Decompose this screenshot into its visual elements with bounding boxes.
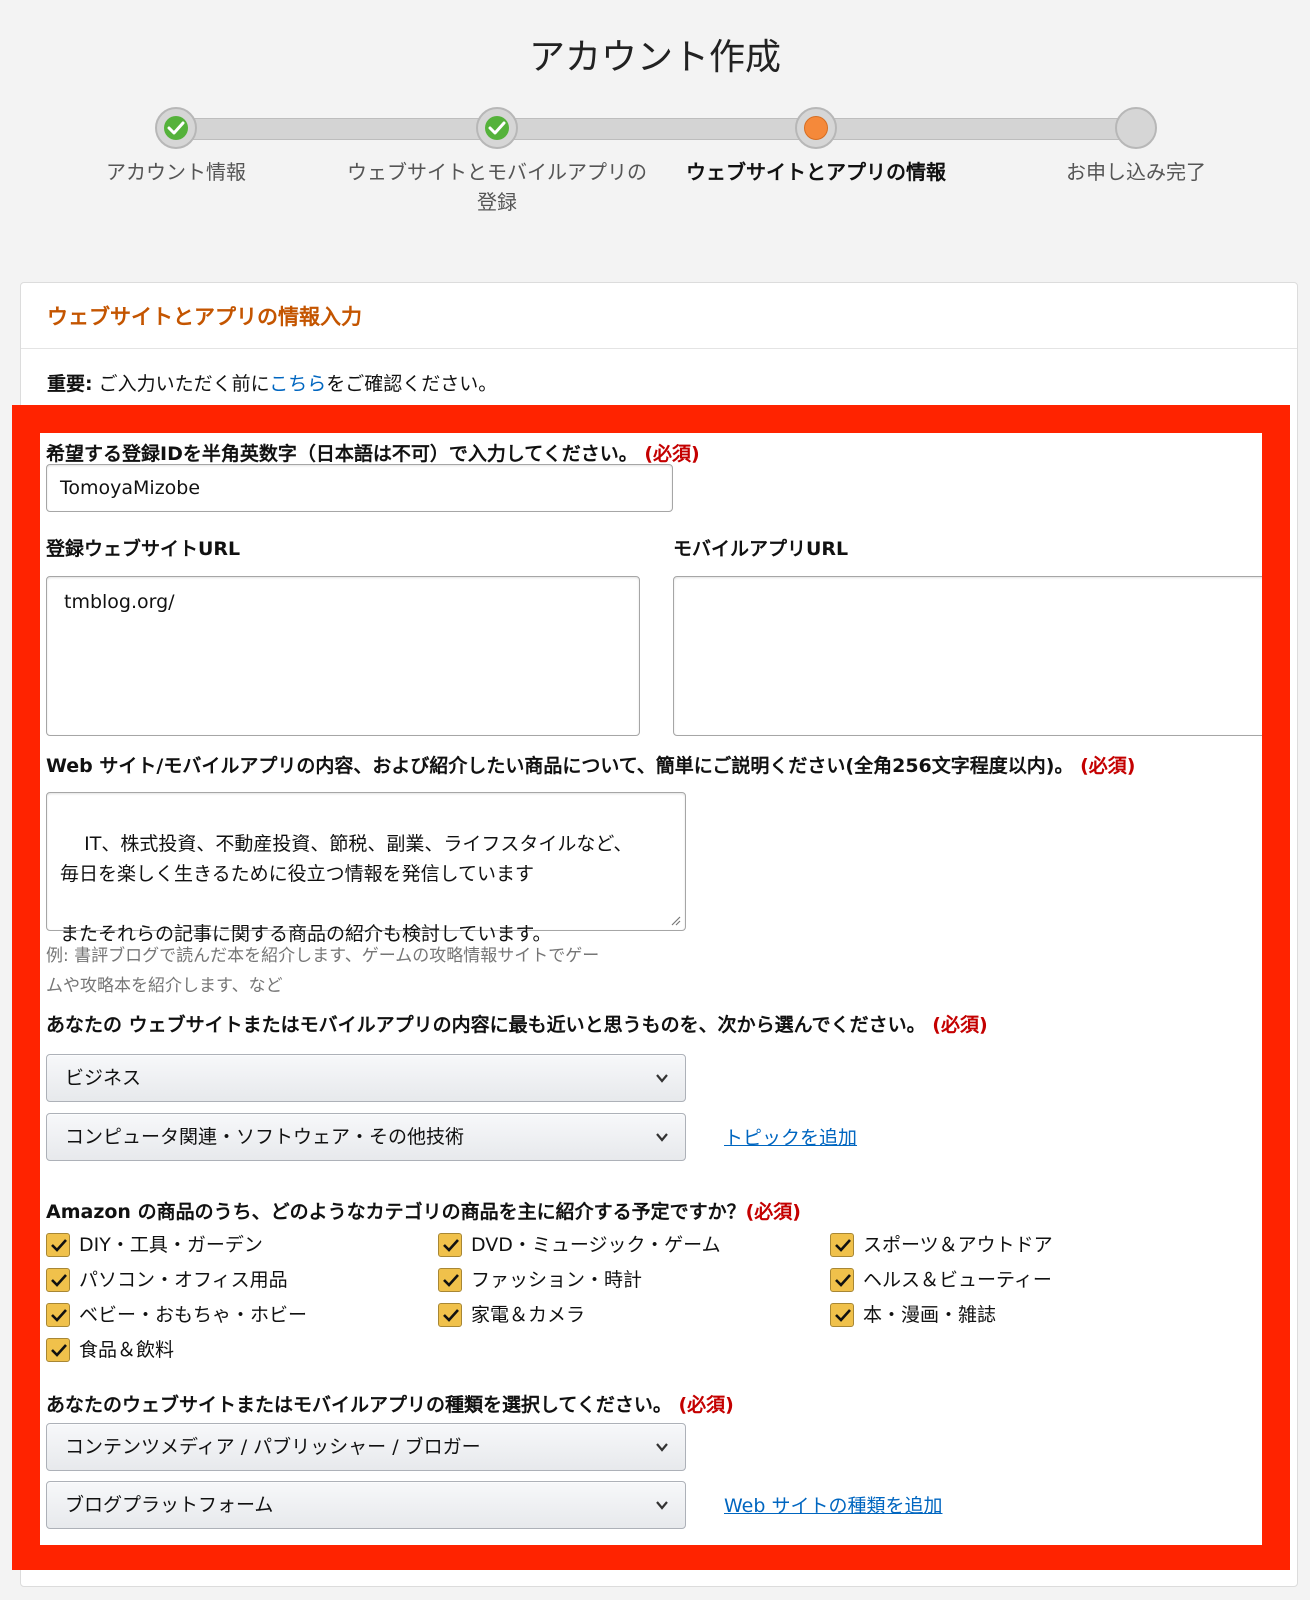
required-mark: (必須)	[745, 1201, 801, 1223]
topic-primary-select[interactable]: ビジネス	[46, 1054, 686, 1102]
step-4-label: お申し込み完了	[1066, 160, 1206, 184]
resize-handle-icon[interactable]	[669, 914, 681, 926]
checkbox-checked-icon	[438, 1303, 462, 1327]
store-id-label: 希望する登録IDを半角英数字（日本語は不可）で入力してください。 (必須)	[46, 443, 700, 465]
step-3-current-icon	[795, 107, 837, 149]
panel-header: ウェブサイトとアプリの情報入力	[21, 283, 1297, 349]
required-mark: (必須)	[678, 1394, 734, 1416]
step-1-label: アカウント情報	[106, 160, 246, 184]
categories-label: Amazon の商品のうち、どのようなカテゴリの商品を主に紹介する予定ですか？(…	[46, 1201, 801, 1223]
step-2-label: ウェブサイトとモバイルアプリの登録	[347, 160, 647, 214]
chevron-down-icon	[656, 1443, 668, 1452]
site-type-secondary-select[interactable]: ブログプラットフォーム	[46, 1481, 686, 1529]
topic-secondary-value: コンピュータ関連・ソフトウェア・その他技術	[65, 1126, 465, 1148]
description-textarea[interactable]: IT、株式投資、不動産投資、節税、副業、ライフスタイルなど、 毎日を楽しく生きる…	[46, 792, 686, 945]
mobile-url-input[interactable]	[673, 576, 1262, 736]
checkbox-checked-icon	[46, 1268, 70, 1292]
website-url-label: 登録ウェブサイトURL	[46, 538, 241, 560]
required-mark: (必須)	[932, 1014, 988, 1036]
checkbox-checked-icon	[46, 1338, 70, 1362]
site-type-primary-select[interactable]: コンテンツメディア / パブリッシャー / ブロガー	[46, 1423, 686, 1471]
checkbox-checked-icon	[830, 1303, 854, 1327]
checkbox-checked-icon	[46, 1233, 70, 1257]
notice-text-before: ご入力いただく前に	[92, 373, 270, 395]
step-4-pending-icon	[1115, 107, 1157, 149]
required-mark: (必須)	[644, 443, 700, 465]
stepper-track-2	[498, 118, 804, 140]
notice: 重要: ご入力いただく前にこちらをご確認ください。	[47, 369, 497, 396]
mobile-url-label: モバイルアプリURL	[673, 538, 849, 560]
notice-text-after: をご確認ください。	[326, 373, 498, 395]
step-3-label: ウェブサイトとアプリの情報	[686, 160, 946, 184]
add-topic-link[interactable]: トピックを追加	[724, 1123, 857, 1150]
progress-stepper: アカウント情報 ウェブサイトとモバイルアプリの登録 ウェブサイトとアプリの情報 …	[0, 107, 1310, 227]
checkbox-checked-icon	[438, 1233, 462, 1257]
stepper-track-1	[176, 118, 488, 140]
topic-secondary-select[interactable]: コンピュータ関連・ソフトウェア・その他技術	[46, 1113, 686, 1161]
topic-primary-value: ビジネス	[65, 1067, 142, 1089]
checkbox-checked-icon	[830, 1233, 854, 1257]
notice-prefix: 重要:	[47, 373, 93, 395]
stepper-track-3	[816, 118, 1134, 140]
info-form: 希望する登録IDを半角英数字（日本語は不可）で入力してください。 (必須) To…	[40, 433, 1262, 1545]
add-site-type-link[interactable]: Web サイトの種類を追加	[724, 1491, 942, 1518]
description-text: IT、株式投資、不動産投資、節税、副業、ライフスタイルなど、 毎日を楽しく生きる…	[60, 833, 633, 945]
site-type-label: あなたのウェブサイトまたはモバイルアプリの種類を選択してください。 (必須)	[46, 1394, 734, 1416]
site-type-primary-value: コンテンツメディア / パブリッシャー / ブロガー	[65, 1436, 481, 1458]
checkbox-checked-icon	[46, 1303, 70, 1327]
step-2-complete-icon	[476, 107, 518, 149]
description-hint: 例: 書評ブログで読んだ本を紹介します、ゲームの攻略情報サイトでゲー ムや攻略本…	[46, 946, 600, 996]
chevron-down-icon	[656, 1074, 668, 1083]
description-label: Web サイト/モバイルアプリの内容、および紹介したい商品について、簡単にご説明…	[46, 755, 1136, 777]
step-1-complete-icon	[155, 107, 197, 149]
notice-link[interactable]: こちら	[269, 373, 326, 395]
topic-label: あなたの ウェブサイトまたはモバイルアプリの内容に最も近いと思うものを、次から選…	[46, 1014, 988, 1036]
panel-title: ウェブサイトとアプリの情報入力	[47, 305, 362, 329]
store-id-input[interactable]: TomoyaMizobe	[46, 464, 673, 512]
website-url-input[interactable]: tmblog.org/	[46, 576, 640, 736]
chevron-down-icon	[656, 1133, 668, 1142]
page-title: アカウント作成	[528, 37, 781, 78]
required-mark: (必須)	[1080, 755, 1136, 777]
checkbox-checked-icon	[438, 1268, 462, 1292]
chevron-down-icon	[656, 1501, 668, 1510]
site-type-secondary-value: ブログプラットフォーム	[65, 1494, 274, 1516]
checkbox-checked-icon	[830, 1268, 854, 1292]
